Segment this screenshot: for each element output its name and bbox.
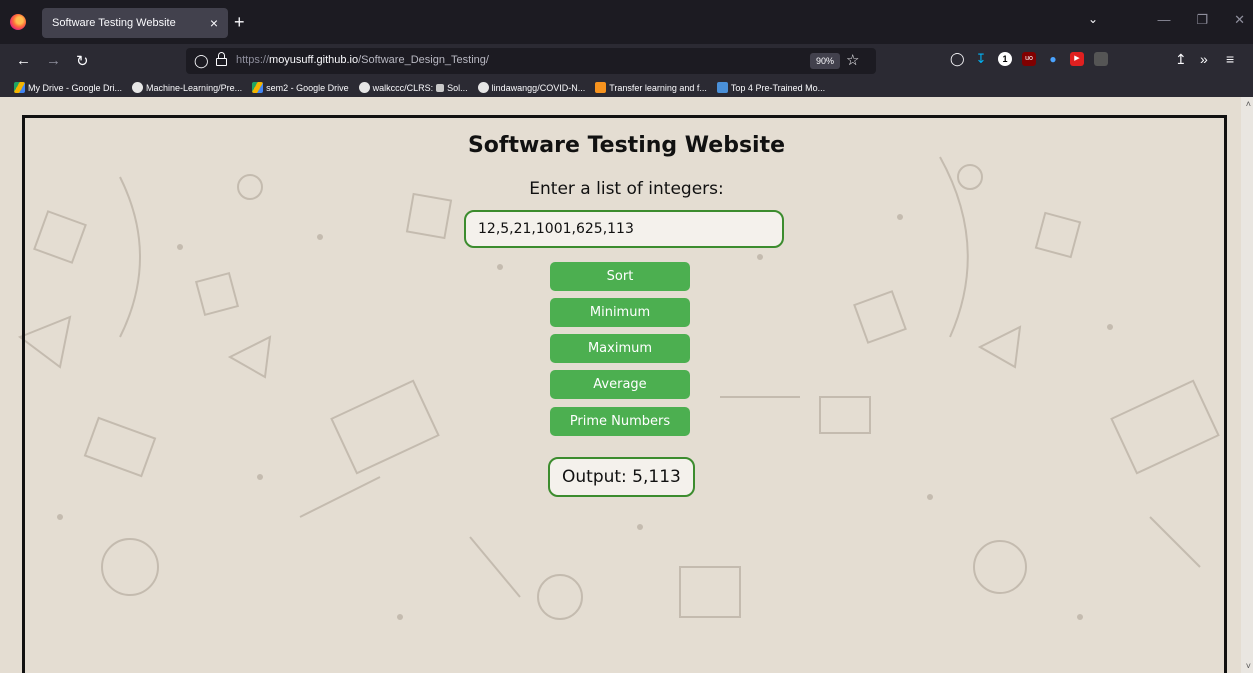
bookmark-star-icon[interactable]: ☆ (846, 51, 859, 69)
input-prompt-label: Enter a list of integers: (529, 179, 724, 199)
restore-icon[interactable]: ❐ (1196, 12, 1208, 28)
bookmark-item[interactable]: Top 4 Pre-Trained Mo... (716, 82, 825, 93)
page-title: Software Testing Website (467, 133, 786, 158)
google-drive-icon (252, 82, 264, 93)
bookmark-item[interactable]: My Drive - Google Dri... (14, 82, 122, 93)
maximum-button[interactable]: Maximum (550, 334, 690, 363)
extension-blue-icon[interactable]: ● (1046, 52, 1060, 66)
back-arrow-icon[interactable]: ← (16, 52, 31, 69)
scroll-down-arrow-icon[interactable]: ˅ (1246, 661, 1251, 671)
share-icon[interactable]: ↥ (1175, 51, 1187, 68)
bookmark-item[interactable]: lindawangg/COVID-N... (477, 82, 585, 93)
integer-list-input[interactable] (464, 210, 784, 248)
output-display: Output: 5,113 (548, 457, 695, 497)
minimize-icon[interactable]: — (1157, 12, 1170, 28)
app-menu-icon[interactable]: ≡ (1226, 51, 1234, 67)
youtube-extension-icon[interactable]: ▶ (1070, 52, 1084, 66)
forward-arrow-icon[interactable]: → (46, 52, 61, 69)
lock-icon[interactable] (216, 52, 227, 66)
overflow-chevron-icon[interactable]: » (1200, 51, 1208, 67)
scroll-up-arrow-icon[interactable]: ˄ (1246, 99, 1251, 109)
new-tab-button[interactable]: + (234, 12, 245, 33)
window-controls: — ❐ ✕ (1157, 12, 1245, 28)
list-all-tabs-icon[interactable]: ⌄ (1088, 12, 1098, 26)
bookmarks-toolbar: My Drive - Google Dri... Machine-Learnin… (0, 78, 1253, 97)
ublock-origin-icon[interactable]: uo (1022, 52, 1036, 66)
chart-icon (716, 82, 728, 93)
extension-icons: ◯ ↧ 1 uo ● ▶ (950, 52, 1108, 66)
pocket-icon[interactable]: ◯ (950, 52, 965, 66)
zoom-level-badge[interactable]: 90% (810, 53, 841, 69)
password-manager-icon[interactable]: 1 (998, 52, 1012, 66)
tab-close-icon[interactable]: × (210, 15, 218, 31)
firefox-logo-icon[interactable] (10, 14, 26, 30)
sort-button[interactable]: Sort (550, 262, 690, 291)
minimum-button[interactable]: Minimum (550, 298, 690, 327)
tab-title: Software Testing Website (52, 17, 176, 29)
close-window-icon[interactable]: ✕ (1234, 12, 1245, 28)
tensorflow-icon (595, 82, 607, 93)
page-viewport: Software Testing Website Enter a list of… (0, 97, 1253, 673)
average-button[interactable]: Average (550, 370, 690, 399)
bookmark-item[interactable]: walkccc/CLRS: Sol... (358, 82, 468, 93)
bookmark-item[interactable]: Transfer learning and f... (595, 82, 707, 93)
extension-grey-icon[interactable] (1094, 52, 1108, 66)
bookmark-item[interactable]: Machine-Learning/Pre... (132, 82, 242, 93)
bookmark-item[interactable]: sem2 - Google Drive (252, 82, 349, 93)
url-text[interactable]: https://moyusuff.github.io/Software_Desi… (236, 54, 489, 66)
navigation-toolbar: ← → ↻ ◯ https://moyusuff.github.io/Softw… (0, 44, 1253, 78)
reload-icon[interactable]: ↻ (76, 52, 89, 70)
github-icon (132, 82, 144, 93)
prime-numbers-button[interactable]: Prime Numbers (550, 407, 690, 436)
vertical-scrollbar[interactable]: ˄ ˅ (1241, 97, 1253, 673)
url-bar[interactable]: ◯ https://moyusuff.github.io/Software_De… (186, 48, 876, 74)
downloads-icon[interactable]: ↧ (974, 52, 988, 66)
google-drive-icon (14, 82, 25, 93)
tab-strip: Software Testing Website × + ⌄ — ❐ ✕ (0, 0, 1253, 44)
tab-active[interactable]: Software Testing Website × (42, 8, 228, 38)
book-icon (436, 83, 445, 92)
github-icon (358, 82, 370, 93)
tracking-shield-icon[interactable]: ◯ (194, 53, 209, 69)
github-icon (477, 82, 489, 93)
